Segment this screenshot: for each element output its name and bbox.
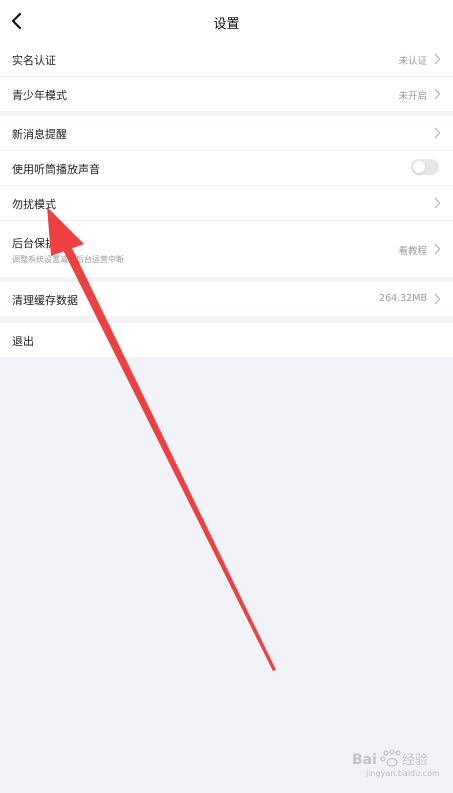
row-label: 后台保护 bbox=[12, 237, 56, 250]
chevron-right-icon bbox=[434, 53, 441, 65]
row-label: 新消息提醒 bbox=[12, 128, 67, 141]
chevron-right-icon bbox=[434, 88, 441, 100]
chevron-right-icon bbox=[434, 127, 441, 139]
row-value: 看教程 bbox=[398, 246, 427, 257]
settings-group-storage: 清理缓存数据 264.32MB bbox=[0, 282, 453, 316]
row-value: 未开启 bbox=[398, 91, 427, 102]
navigation-bar: 设置 bbox=[0, 0, 453, 43]
row-label: 勿扰模式 bbox=[12, 198, 56, 211]
row-label: 青少年模式 bbox=[12, 89, 67, 102]
chevron-right-icon bbox=[434, 197, 441, 209]
earpiece-playback-toggle[interactable] bbox=[411, 159, 439, 175]
row-subtitle: 调整系统设置减少后台运营中断 bbox=[12, 255, 124, 264]
logout-button[interactable]: 退出 bbox=[0, 323, 453, 357]
row-label: 清理缓存数据 bbox=[12, 294, 78, 307]
row-real-name-verification[interactable]: 实名认证 未认证 bbox=[0, 42, 453, 77]
row-value: 未认证 bbox=[398, 56, 427, 67]
row-label: 退出 bbox=[12, 335, 34, 348]
toggle-knob bbox=[413, 161, 425, 173]
row-earpiece-playback: 使用听筒播放声音 bbox=[0, 151, 453, 186]
row-background-protection[interactable]: 后台保护 调整系统设置减少后台运营中断 看教程 bbox=[0, 221, 453, 277]
chevron-right-icon bbox=[434, 293, 441, 305]
row-value: 264.32MB bbox=[379, 293, 427, 304]
settings-group-notifications: 新消息提醒 使用听筒播放声音 勿扰模式 后台保护 调整系统设置减少后台运营中断 … bbox=[0, 116, 453, 277]
svg-text:经验: 经验 bbox=[402, 752, 428, 768]
page-title: 设置 bbox=[213, 17, 240, 32]
settings-group-logout: 退出 bbox=[0, 323, 453, 357]
row-label: 实名认证 bbox=[12, 54, 56, 67]
row-new-message-alert[interactable]: 新消息提醒 bbox=[0, 116, 453, 151]
chevron-right-icon bbox=[434, 243, 441, 255]
baidu-paw-logo-icon: Bai 经验 bbox=[352, 749, 428, 768]
settings-group-account: 实名认证 未认证 青少年模式 未开启 bbox=[0, 42, 453, 111]
row-label: 使用听筒播放声音 bbox=[12, 163, 100, 176]
row-youth-mode[interactable]: 青少年模式 未开启 bbox=[0, 77, 453, 111]
baidu-watermark: Bai 经验 jingyan.baidu.com bbox=[350, 748, 448, 780]
watermark-url: jingyan.baidu.com bbox=[366, 769, 440, 778]
svg-text:Bai: Bai bbox=[352, 752, 377, 768]
row-do-not-disturb[interactable]: 勿扰模式 bbox=[0, 186, 453, 221]
row-clear-cache[interactable]: 清理缓存数据 264.32MB bbox=[0, 282, 453, 316]
